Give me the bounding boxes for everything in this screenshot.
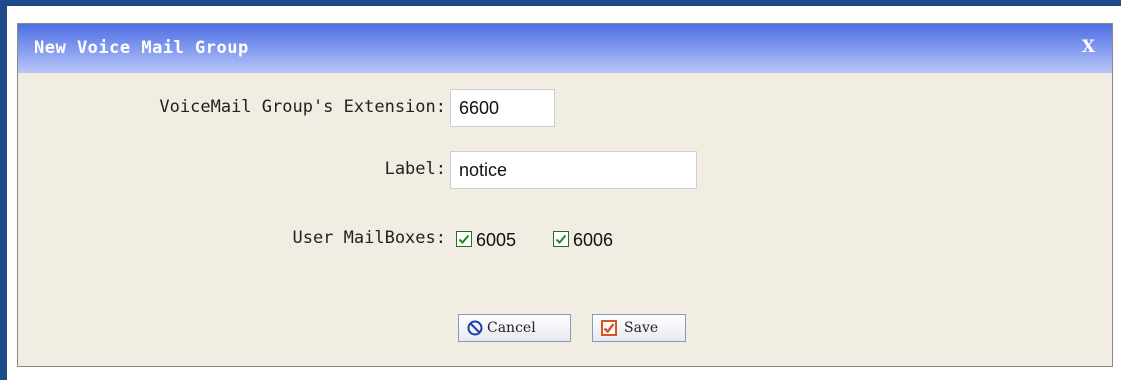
mailbox-6006-checkbox[interactable] (553, 231, 569, 247)
extension-input[interactable] (450, 89, 555, 127)
save-button[interactable]: Save (592, 314, 686, 342)
window-frame: New Voice Mail Group X VoiceMail Group's… (0, 0, 1121, 380)
save-label: Save (624, 320, 659, 336)
mailbox-6005-label: 6005 (476, 230, 517, 250)
label-field-label: Label: (384, 159, 446, 179)
check-icon (555, 234, 567, 244)
cancel-button[interactable]: Cancel (458, 314, 571, 342)
mailbox-6006-label: 6006 (573, 230, 614, 250)
window-content: New Voice Mail Group X VoiceMail Group's… (7, 6, 1121, 380)
mailboxes-row: User MailBoxes: 6005 6006 (18, 224, 1112, 254)
dialog-title: New Voice Mail Group (34, 38, 249, 58)
check-icon (458, 234, 470, 244)
label-row: Label: (18, 151, 1112, 191)
extension-row: VoiceMail Group's Extension: (18, 89, 1112, 129)
cancel-label: Cancel (487, 320, 536, 336)
mailbox-6005-checkbox[interactable] (456, 231, 472, 247)
mailboxes-label: User MailBoxes: (292, 228, 446, 248)
new-voicemail-group-dialog: New Voice Mail Group X VoiceMail Group's… (17, 23, 1113, 367)
extension-label: VoiceMail Group's Extension: (159, 97, 446, 117)
close-button[interactable]: X (1082, 37, 1095, 57)
dialog-titlebar[interactable]: New Voice Mail Group X (18, 24, 1112, 73)
checkbox-check-icon (601, 320, 617, 336)
label-input[interactable] (450, 151, 697, 189)
no-entry-circle-icon (467, 320, 483, 336)
